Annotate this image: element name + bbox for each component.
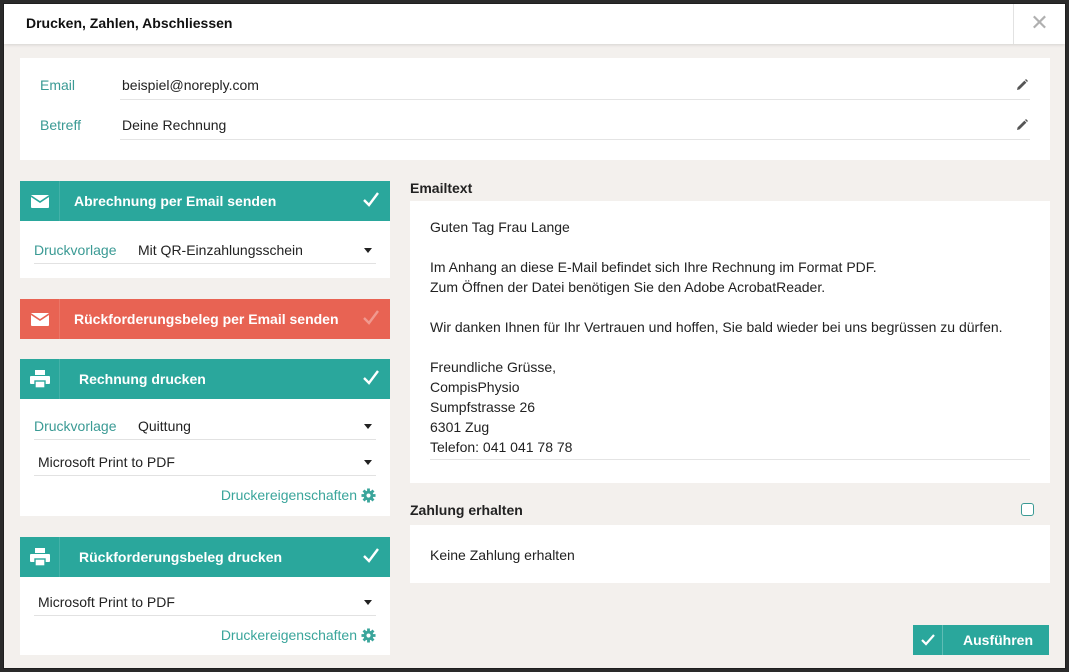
printer-value: Microsoft Print to PDF [38,594,175,610]
subject-label: Betreff [40,117,81,133]
email-field[interactable]: beispiel@noreply.com [122,77,259,93]
invoice-printer-select[interactable]: Microsoft Print to PDF [34,446,376,476]
refund-printer-select[interactable]: Microsoft Print to PDF [34,586,376,616]
template-value: Mit QR-Einzahlungsschein [138,242,303,258]
print-pay-close-dialog: Drucken, Zahlen, Abschliessen ✕ Email be… [3,3,1066,669]
refund-print-toggle[interactable]: Rückforderungsbeleg drucken [20,537,390,577]
invoice-printer-properties-link[interactable]: Druckereigenschaften [221,487,376,503]
mail-fields-card: Email beispiel@noreply.com Betreff Deine… [20,58,1050,160]
envelope-icon [20,299,60,339]
chevron-down-icon [364,248,372,253]
printer-properties-label: Druckereigenschaften [220,487,357,503]
printer-icon [20,537,60,577]
email-body-text: Guten Tag Frau Lange Im Anhang an diese … [430,219,1003,455]
invoice-print-body: Druckvorlage Quittung Microsoft Print to… [20,399,390,516]
invoice-email-label: Abrechnung per Email senden [74,193,277,209]
subject-field-underline [120,139,1030,140]
checkmark-icon [913,625,943,655]
payment-heading: Zahlung erhalten [410,502,523,518]
template-label: Druckvorlage [34,242,117,258]
payment-status-box: Keine Zahlung erhalten [410,525,1050,583]
edit-subject-pencil-icon[interactable] [1016,119,1028,131]
chevron-down-icon [364,600,372,605]
chevron-down-icon [364,460,372,465]
subject-row: Betreff Deine Rechnung [20,98,1050,140]
dialog-titlebar: Drucken, Zahlen, Abschliessen ✕ [4,4,1065,44]
gear-icon [361,628,376,643]
email-text-underline [430,459,1030,460]
invoice-email-toggle[interactable]: Abrechnung per Email senden [20,181,390,221]
close-button[interactable]: ✕ [1013,4,1065,44]
invoice-print-template-select[interactable]: Druckvorlage Quittung [34,410,376,440]
printer-properties-label: Druckereigenschaften [220,627,357,643]
subject-field[interactable]: Deine Rechnung [122,117,226,133]
chevron-down-icon [364,424,372,429]
gear-icon [361,488,376,503]
payment-received-checkbox[interactable] [1021,503,1034,516]
invoice-email-checkmark-icon [363,192,379,207]
edit-email-pencil-icon[interactable] [1016,79,1028,91]
payment-status-text: Keine Zahlung erhalten [430,547,575,563]
refund-print-checkmark-icon [363,548,379,563]
invoice-print-toggle[interactable]: Rechnung drucken [20,359,390,399]
refund-print-label: Rückforderungsbeleg drucken [79,549,283,565]
email-text-heading: Emailtext [410,180,473,196]
invoice-print-label: Rechnung drucken [79,371,206,387]
execute-button[interactable]: Ausführen [913,625,1049,655]
printer-value: Microsoft Print to PDF [38,454,175,470]
refund-email-checkmark-icon [363,310,379,325]
refund-email-label: Rückforderungsbeleg per Email senden [74,311,339,327]
printer-icon [20,359,60,399]
envelope-icon [20,181,60,221]
invoice-email-template-select[interactable]: Druckvorlage Mit QR-Einzahlungsschein [34,234,376,264]
email-row: Email beispiel@noreply.com [20,58,1050,100]
invoice-email-body: Druckvorlage Mit QR-Einzahlungsschein [20,221,390,278]
execute-label: Ausführen [963,632,1033,648]
close-icon: ✕ [1030,10,1049,35]
refund-email-toggle[interactable]: Rückforderungsbeleg per Email senden [20,299,390,339]
template-label: Druckvorlage [34,418,117,434]
refund-printer-properties-link[interactable]: Druckereigenschaften [221,627,376,643]
template-value: Quittung [138,418,191,434]
invoice-print-checkmark-icon [363,370,379,385]
refund-print-body: Microsoft Print to PDF Druckereigenschaf… [20,577,390,655]
email-label: Email [40,77,76,93]
email-text-area[interactable]: Guten Tag Frau Lange Im Anhang an diese … [410,201,1050,483]
dialog-title: Drucken, Zahlen, Abschliessen [26,15,233,31]
